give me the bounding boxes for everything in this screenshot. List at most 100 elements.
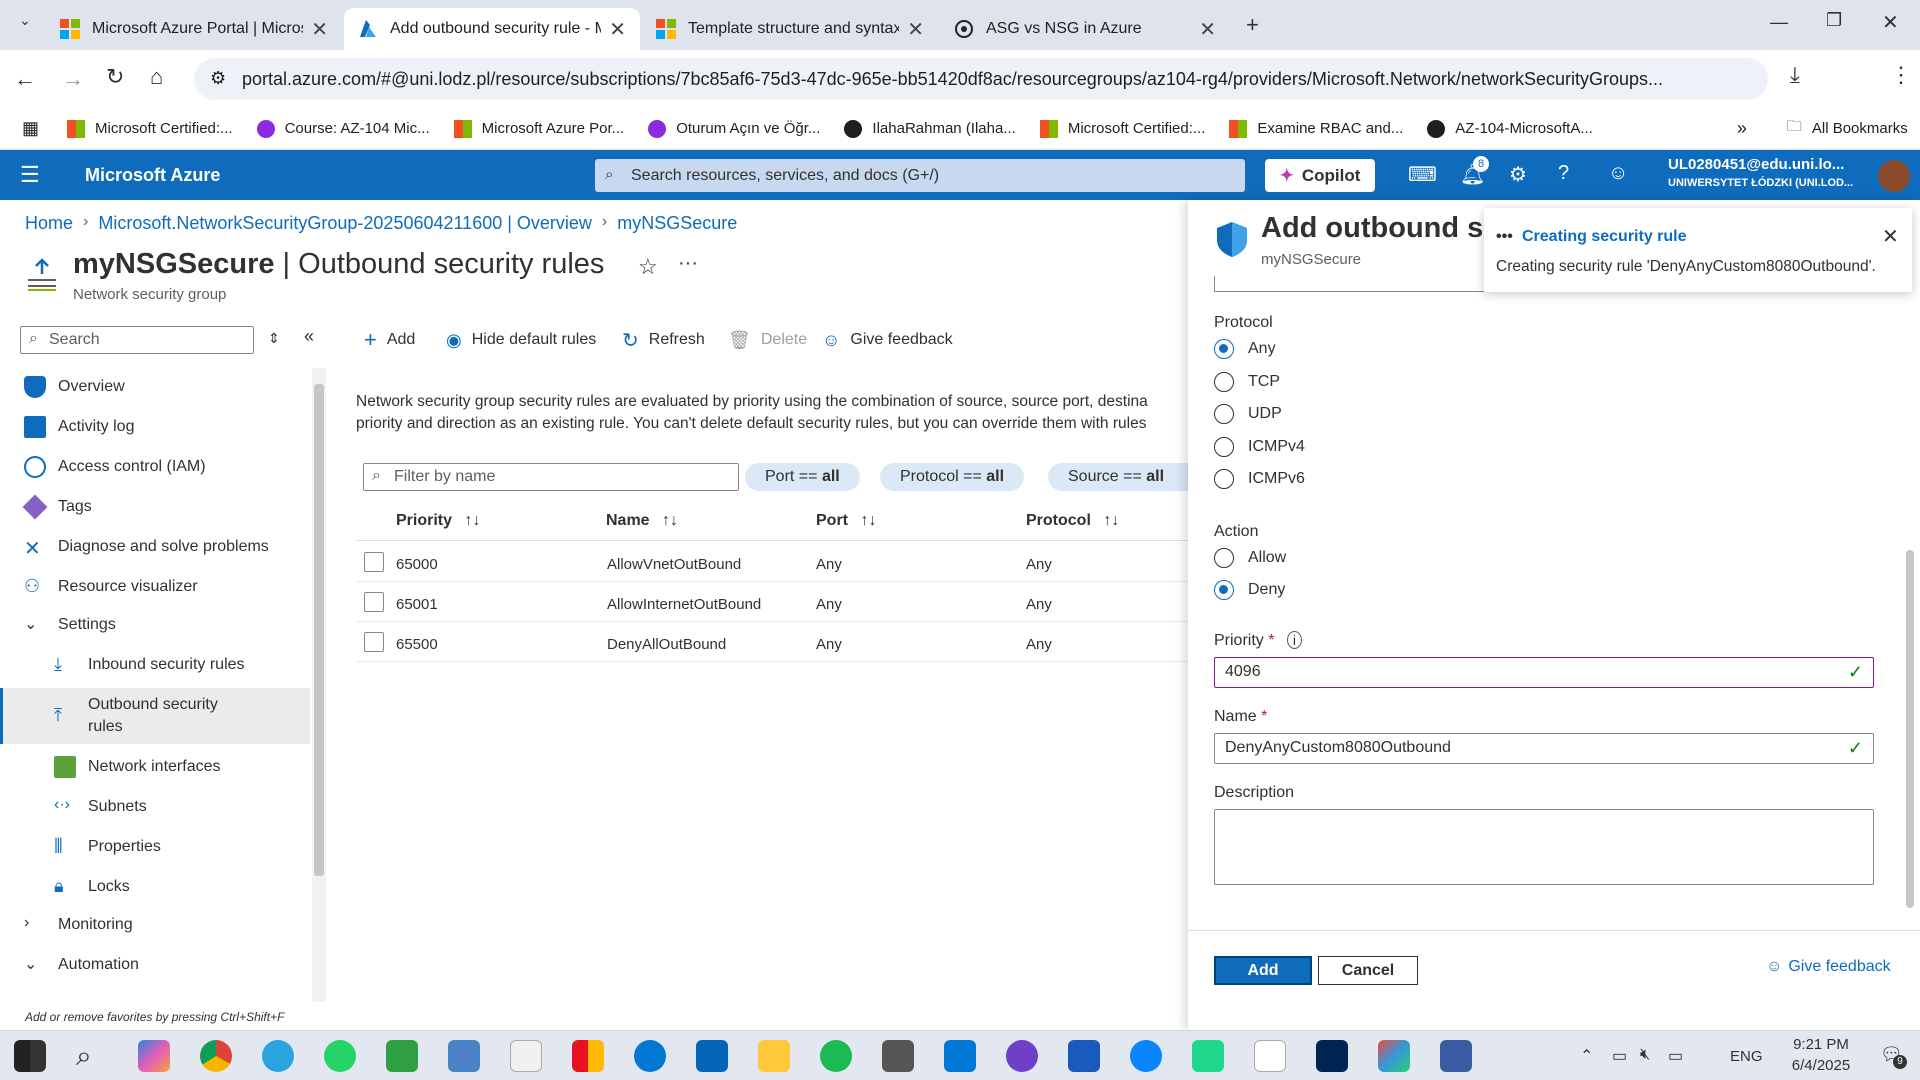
volume-icon[interactable]: 🔇︎ [1640, 1046, 1650, 1064]
bookmark-item[interactable]: IlahaRahman (Ilaha... [844, 119, 1016, 138]
add-rule-button[interactable]: Add [1214, 956, 1312, 985]
tab-asg-vs-nsg[interactable]: ASG vs NSG in Azure ✕ [940, 8, 1230, 50]
browser-menu-icon[interactable]: ⋮ [1890, 62, 1912, 88]
sidebar-item-resource-visualizer[interactable]: ⚇ Resource visualizer [0, 572, 310, 602]
info-icon[interactable]: i [1286, 631, 1303, 649]
clock[interactable]: 9:21 PM 6/4/2025 [1786, 1036, 1856, 1074]
add-button[interactable]: + Add [364, 327, 415, 352]
filter-by-name-input[interactable]: ⌕ Filter by name [363, 463, 739, 491]
spotify-app-icon[interactable] [820, 1040, 852, 1072]
chrome-app-icon[interactable] [200, 1040, 232, 1072]
breadcrumb-home[interactable]: Home [25, 213, 73, 234]
display-icon[interactable]: ▭ [1668, 1046, 1683, 1066]
sort-icon[interactable]: ↑↓ [662, 512, 678, 529]
file-explorer-app-icon[interactable] [758, 1040, 790, 1072]
snipping-tool-app-icon[interactable] [882, 1040, 914, 1072]
protocol-option-any[interactable]: Any [1214, 339, 1276, 359]
action-option-deny[interactable]: Deny [1214, 580, 1285, 600]
protocol-option-udp[interactable]: UDP [1214, 404, 1282, 424]
outlook-app-icon[interactable] [696, 1040, 728, 1072]
tab-add-outbound-rule[interactable]: Add outbound security rule - M ✕ [344, 8, 640, 50]
bookmark-item[interactable]: Microsoft Certified:... [67, 119, 233, 138]
radio-button[interactable] [1214, 372, 1234, 392]
copilot-button[interactable]: ✦ Copilot [1265, 159, 1375, 192]
toast-title[interactable]: Creating security rule [1522, 228, 1687, 246]
sidebar-item-tags[interactable]: Tags [0, 492, 310, 522]
favorite-star-icon[interactable]: ☆ [638, 254, 658, 280]
user-email[interactable]: UL0280451@edu.uni.lo... [1668, 156, 1844, 173]
sidebar-item-properties[interactable]: ⦀ Properties [0, 832, 310, 862]
panel-give-feedback-link[interactable]: ☺ Give feedback [1766, 958, 1891, 976]
feedback-icon[interactable]: ☺ [1608, 162, 1628, 185]
app-icon[interactable] [1254, 1040, 1286, 1072]
source-filter-pill[interactable]: Source == all [1048, 463, 1188, 491]
close-icon[interactable]: ✕ [1882, 224, 1899, 249]
table-row[interactable]: 65500 DenyAllOutBound Any Any [356, 624, 1188, 662]
collapse-sidebar-icon[interactable]: « [304, 326, 314, 347]
radio-button[interactable] [1214, 404, 1234, 424]
telegram-app-icon[interactable] [262, 1040, 294, 1072]
table-row[interactable]: 65001 AllowInternetOutBound Any Any [356, 584, 1188, 622]
table-row[interactable]: 65000 AllowVnetOutBound Any Any [356, 544, 1188, 582]
powershell-app-icon[interactable] [1316, 1040, 1348, 1072]
give-feedback-button[interactable]: ☺ Give feedback [822, 328, 953, 352]
start-windows-icon[interactable] [14, 1040, 46, 1072]
radio-button[interactable] [1214, 548, 1234, 568]
sidebar-item-overview[interactable]: Overview [0, 372, 310, 402]
column-header-protocol[interactable]: Protocol ↑↓ [1026, 512, 1119, 530]
sidebar-group-automation[interactable]: ⌄ Automation [0, 950, 310, 980]
refresh-button[interactable]: ↻ Refresh [622, 328, 705, 352]
radio-button[interactable] [1214, 437, 1234, 457]
home-icon[interactable]: ⌂ [150, 64, 163, 90]
tab-search-icon[interactable]: ⌄ [14, 12, 36, 34]
bookmark-item[interactable]: Oturum Açın ve Öğr... [648, 119, 820, 138]
row-checkbox[interactable] [364, 552, 384, 572]
bookmark-item[interactable]: Course: AZ-104 Mic... [256, 119, 430, 138]
column-header-port[interactable]: Port ↑↓ [816, 512, 876, 530]
tab-azure-portal[interactable]: Microsoft Azure Portal | Microsoft ✕ [46, 8, 342, 50]
more-options-icon[interactable]: ··· [678, 252, 698, 275]
language-indicator[interactable]: ENG [1730, 1048, 1763, 1065]
word-app-icon[interactable] [1068, 1040, 1100, 1072]
reload-icon[interactable]: ↻ [106, 64, 124, 90]
app-icon[interactable] [1378, 1040, 1410, 1072]
notepad-app-icon[interactable] [510, 1040, 542, 1072]
sidebar-search-input[interactable]: ⌕ Search [20, 326, 254, 354]
battery-icon[interactable]: ▭ [1612, 1046, 1627, 1066]
bookmark-item[interactable]: Microsoft Azure Por... [453, 119, 624, 138]
sidebar-item-outbound-rules[interactable]: ⤒ Outbound security rules [0, 688, 310, 744]
user-org[interactable]: UNIWERSYTET ŁÓDZKI (UNI.LOD... [1668, 177, 1853, 189]
sidebar-item-activity-log[interactable]: Activity log [0, 412, 310, 442]
scrollbar-thumb[interactable] [314, 384, 324, 876]
site-info-icon[interactable]: ⚙ [210, 68, 226, 89]
edge-app-icon[interactable] [634, 1040, 666, 1072]
radio-button[interactable] [1214, 469, 1234, 489]
bookmark-item[interactable]: Microsoft Certified:... [1039, 119, 1205, 138]
delete-button[interactable]: 🗑︎ Delete [728, 328, 807, 352]
sidebar-group-settings[interactable]: ⌄ Settings [0, 610, 310, 640]
sidebar-item-subnets[interactable]: ‹·› Subnets [0, 792, 310, 822]
sidebar-scrollbar[interactable] [312, 368, 326, 1002]
close-tab-icon[interactable]: ✕ [907, 17, 924, 42]
breadcrumb-current[interactable]: myNSGSecure [617, 213, 737, 234]
close-tab-icon[interactable]: ✕ [609, 17, 626, 42]
radio-button[interactable] [1214, 339, 1234, 359]
settings-gear-icon[interactable]: ⚙ [1509, 162, 1527, 187]
row-checkbox[interactable] [364, 592, 384, 612]
sidebar-item-diagnose[interactable]: ✕ Diagnose and solve problems [0, 532, 310, 562]
forward-icon[interactable]: → [62, 66, 84, 92]
bookmark-item[interactable]: Examine RBAC and... [1229, 119, 1403, 138]
onedrive-app-icon[interactable] [1130, 1040, 1162, 1072]
sidebar-item-locks[interactable]: 🔒︎ Locks [0, 872, 310, 902]
user-avatar[interactable] [1878, 160, 1910, 192]
cancel-button[interactable]: Cancel [1318, 956, 1418, 985]
more-bookmarks-icon[interactable]: » [1737, 118, 1747, 139]
sidebar-group-monitoring[interactable]: › Monitoring [0, 910, 310, 940]
close-tab-icon[interactable]: ✕ [311, 17, 328, 42]
all-bookmarks[interactable]: 🗀 All Bookmarks [1787, 116, 1908, 141]
priority-input[interactable]: 4096 ✓ [1214, 657, 1874, 688]
breadcrumb-overview[interactable]: Microsoft.NetworkSecurityGroup-202506042… [98, 213, 592, 234]
sort-toggle-icon[interactable]: ⇕ [268, 330, 280, 347]
port-filter-pill[interactable]: Port == all [745, 463, 860, 491]
global-search-input[interactable]: ⌕ Search resources, services, and docs (… [595, 159, 1245, 192]
